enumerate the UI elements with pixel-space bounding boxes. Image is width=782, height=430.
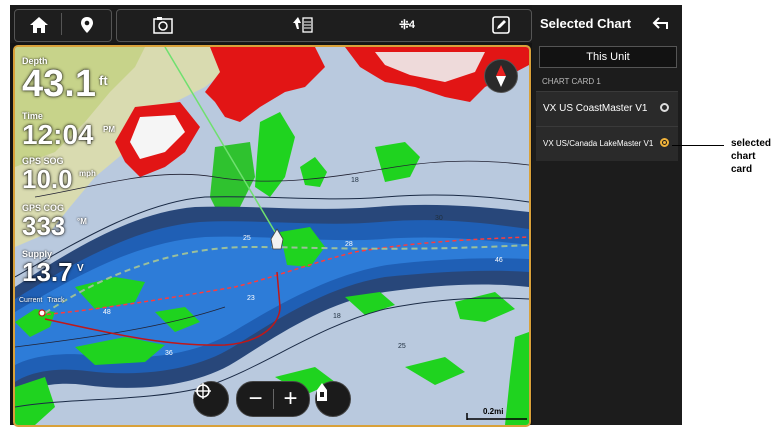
callout-line bbox=[672, 145, 724, 146]
edit-icon[interactable] bbox=[488, 10, 514, 39]
track-label: Track bbox=[47, 297, 65, 304]
chart-map[interactable]: 18 25 28 46 48 36 23 18 25 30 Depth 43.1… bbox=[13, 45, 531, 427]
zoom-out-button[interactable]: − bbox=[239, 385, 273, 413]
depth-value: 43.1 bbox=[22, 63, 96, 105]
depth-mark: 36 bbox=[165, 350, 173, 357]
depth-unit: ft bbox=[99, 73, 108, 88]
chart-option-label: VX US CoastMaster V1 bbox=[543, 103, 648, 114]
chart-option-coastmaster[interactable]: VX US CoastMaster V1 bbox=[536, 91, 678, 126]
callout-label: selected chart card bbox=[731, 137, 771, 176]
status-button-group bbox=[116, 9, 532, 42]
track-legend: Current Track bbox=[19, 297, 65, 304]
supply-unit: V bbox=[77, 263, 84, 274]
device-screen: ⁜ 4 18 25 28 46 48 36 23 18 25 30 Depth … bbox=[10, 5, 682, 427]
cog-value: 333 bbox=[22, 211, 66, 241]
cog-unit: °M bbox=[77, 217, 87, 226]
chart-option-lakemaster[interactable]: VX US/Canada LakeMaster V1 bbox=[536, 126, 678, 161]
satellite-count: 4 bbox=[408, 18, 416, 31]
crosshair-icon[interactable] bbox=[193, 381, 229, 417]
boat-position-icon[interactable] bbox=[315, 381, 351, 417]
sog-unit: mph bbox=[79, 169, 96, 178]
radio-unselected-icon[interactable] bbox=[660, 103, 669, 112]
current-track-label: Current bbox=[19, 297, 43, 304]
zoom-control: − + bbox=[236, 381, 310, 417]
depth-mark: 28 bbox=[345, 241, 353, 248]
home-icon[interactable] bbox=[22, 10, 56, 39]
callout-line-3: card bbox=[731, 164, 753, 175]
supply-value: 13.7 bbox=[22, 257, 73, 287]
depth-mark: 25 bbox=[398, 343, 406, 350]
selected-chart-panel: Selected Chart This Unit CHART CARD 1 VX… bbox=[532, 5, 682, 425]
depth-mark: 18 bbox=[351, 177, 359, 184]
depth-mark: 48 bbox=[103, 309, 111, 316]
zoom-in-button[interactable]: + bbox=[274, 385, 308, 413]
this-unit-button[interactable]: This Unit bbox=[539, 46, 677, 68]
callout-line-2: chart bbox=[731, 151, 756, 162]
gps-status[interactable]: ⁜ 4 bbox=[387, 10, 427, 39]
back-arrow-icon[interactable] bbox=[652, 15, 672, 31]
scale-label: 0.2mi bbox=[483, 407, 504, 416]
callout-line-1: selected bbox=[731, 138, 772, 149]
time-unit: PM bbox=[103, 125, 115, 134]
chart-option-label: VX US/Canada LakeMaster V1 bbox=[543, 139, 654, 148]
panel-title: Selected Chart bbox=[540, 16, 632, 31]
sonar-icon[interactable] bbox=[290, 10, 316, 39]
depth-mark: 25 bbox=[243, 235, 251, 242]
depth-mark: 18 bbox=[333, 313, 341, 320]
chart-card-section-label: CHART CARD 1 bbox=[542, 77, 601, 86]
depth-mark: 23 bbox=[247, 295, 255, 302]
radio-selected-icon[interactable] bbox=[660, 138, 669, 147]
depth-mark: 30 bbox=[435, 215, 443, 222]
north-compass-icon[interactable] bbox=[484, 59, 518, 93]
sog-value: 10.0 bbox=[22, 164, 73, 194]
time-value: 12:04 bbox=[22, 119, 94, 150]
waypoint-pin-icon[interactable] bbox=[70, 10, 104, 39]
depth-mark: 46 bbox=[495, 257, 503, 264]
toolbar-divider bbox=[61, 13, 62, 35]
gps-satellites-icon: ⁜ bbox=[398, 16, 410, 32]
chart-settings-icon[interactable] bbox=[148, 10, 178, 39]
